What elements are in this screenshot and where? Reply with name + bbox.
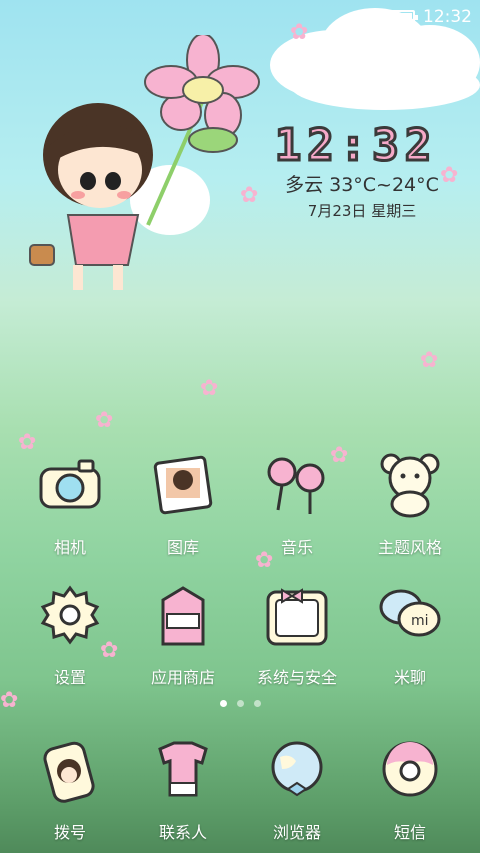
app-label: 系统与安全	[256, 668, 337, 687]
app-label: 拨号	[53, 823, 86, 842]
app-store-icon	[148, 580, 218, 650]
dock-contacts[interactable]: 联系人	[128, 735, 238, 843]
page-dot[interactable]	[236, 700, 244, 707]
girl-with-flower-illustration	[29, 35, 260, 290]
app-settings[interactable]: 设置	[15, 580, 125, 688]
app-gallery[interactable]: 图库	[128, 450, 238, 558]
camera-icon	[35, 450, 105, 520]
gallery-icon	[148, 450, 218, 520]
widget-weather: 多云 33°C~24°C	[285, 174, 439, 196]
app-camera[interactable]: 相机	[15, 450, 125, 558]
dock-sms[interactable]: 短信	[355, 735, 465, 843]
theme-icon	[375, 450, 445, 520]
music-icon	[262, 450, 332, 520]
app-label: 短信	[393, 823, 426, 842]
phone-icon	[35, 735, 105, 805]
svg-text:mi: mi	[411, 613, 429, 629]
status-bar: 12:32	[0, 0, 480, 34]
contacts-icon	[148, 735, 218, 805]
app-label: 音乐	[280, 538, 313, 557]
app-label: 应用商店	[150, 668, 215, 687]
app-label: 主题风格	[377, 538, 442, 557]
dock-dialer[interactable]: 拨号	[15, 735, 125, 843]
battery-icon	[389, 9, 418, 25]
page-dot-active[interactable]	[219, 700, 227, 707]
app-label: 浏览器	[272, 823, 321, 842]
page-indicator[interactable]	[0, 700, 480, 707]
app-label: 米聊	[393, 668, 426, 687]
browser-globe-icon	[262, 735, 332, 805]
dock-browser[interactable]: 浏览器	[242, 735, 352, 843]
app-security[interactable]: 系统与安全	[242, 580, 352, 688]
chat-bubble-icon: mi	[375, 580, 445, 650]
widget-date: 7月23日 星期三	[307, 202, 417, 220]
app-store[interactable]: 应用商店	[128, 580, 238, 688]
widget-clock: 12:32	[273, 119, 438, 173]
status-time: 12:32	[423, 7, 472, 27]
settings-gear-icon	[35, 580, 105, 650]
app-michat[interactable]: mi 米聊	[355, 580, 465, 688]
page-dot[interactable]	[253, 700, 261, 707]
app-label: 相机	[53, 538, 86, 557]
sms-icon	[375, 735, 445, 805]
app-theme[interactable]: 主题风格	[355, 450, 465, 558]
app-label: 设置	[53, 668, 86, 687]
security-icon	[262, 580, 332, 650]
app-label: 联系人	[158, 823, 207, 842]
app-label: 图库	[166, 538, 199, 557]
app-music[interactable]: 音乐	[242, 450, 352, 558]
